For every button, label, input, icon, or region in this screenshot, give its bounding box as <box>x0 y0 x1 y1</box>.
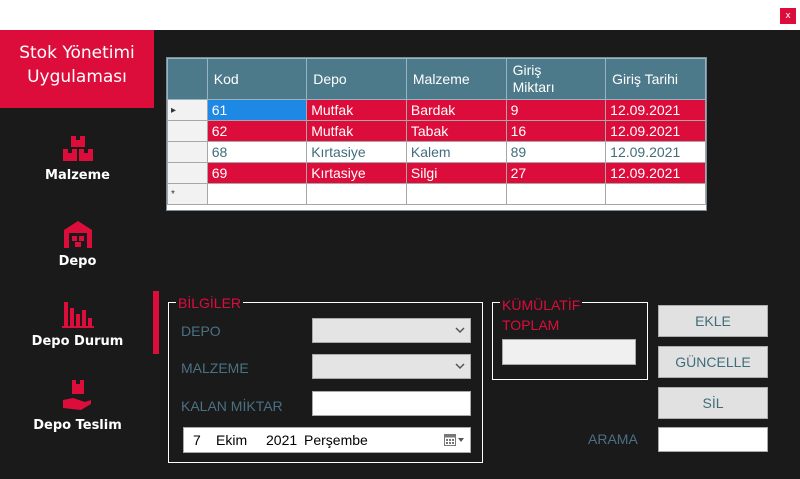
calendar-icon[interactable] <box>444 434 464 446</box>
kumulatif-title-line2: TOPLAM <box>502 317 560 333</box>
cell-depo[interactable]: Kırtasiye <box>306 162 407 184</box>
close-button[interactable]: x <box>780 8 796 24</box>
cell-kod[interactable]: 68 <box>206 141 308 163</box>
date-day[interactable]: 7 <box>193 432 201 448</box>
grid-header-row: Kod Depo Malzeme Giriş Miktarı Giriş Tari… <box>167 58 706 100</box>
cell-kod[interactable]: 61 <box>206 99 308 121</box>
arama-label: ARAMA <box>588 431 638 447</box>
cell-depo[interactable]: Kırtasiye <box>306 141 407 163</box>
malzeme-label: MALZEME <box>181 360 249 376</box>
cell-new[interactable] <box>605 183 706 205</box>
row-header[interactable]: * <box>167 183 208 205</box>
cell-malzeme[interactable]: Silgi <box>405 162 507 184</box>
sidebar-item-label: Depo <box>58 254 97 269</box>
table-row[interactable]: 68 Kırtasiye Kalem 89 12.09.2021 <box>167 141 706 163</box>
cell-miktar[interactable]: 27 <box>505 162 607 184</box>
column-header-kod[interactable]: Kod <box>206 58 308 100</box>
column-header-miktar-line1: Giriş <box>512 62 542 78</box>
cell-miktar[interactable]: 9 <box>505 99 607 121</box>
table-row[interactable]: 69 Kırtasiye Silgi 27 12.09.2021 <box>167 162 706 184</box>
column-header-depo[interactable]: Depo <box>306 58 407 100</box>
cell-depo[interactable]: Mutfak <box>306 99 407 121</box>
sidebar-item-depo-durum[interactable]: Depo Durum <box>0 300 155 349</box>
cell-miktar[interactable]: 89 <box>505 141 607 163</box>
ekle-button[interactable]: EKLE <box>658 305 768 337</box>
arama-input[interactable] <box>658 427 768 452</box>
data-grid[interactable]: Kod Depo Malzeme Giriş Miktarı Giriş Tari… <box>166 57 707 211</box>
row-header[interactable] <box>167 141 208 163</box>
cell-tarih[interactable]: 12.09.2021 <box>605 120 706 142</box>
depo-label: DEPO <box>181 323 221 339</box>
cell-depo[interactable]: Mutfak <box>306 120 407 142</box>
kalan-miktar-input[interactable] <box>312 391 471 416</box>
app-title: Stok Yönetimi Uygulaması <box>0 30 154 108</box>
kumulatif-title: KÜMÜLATİF TOPLAM <box>500 295 583 335</box>
column-header-malzeme[interactable]: Malzeme <box>405 58 507 100</box>
date-weekday: Perşembe <box>304 432 368 448</box>
bilgiler-title: BİLGİLER <box>176 295 244 311</box>
kumulatif-title-line1: KÜMÜLATİF <box>502 297 581 313</box>
kumulatif-toplam-value <box>502 339 636 365</box>
cell-new[interactable] <box>505 183 607 205</box>
hand-box-icon <box>62 380 91 410</box>
app-title-line1: Stok Yönetimi <box>19 43 135 63</box>
table-row[interactable]: ▸ 61 Mutfak Bardak 9 12.09.2021 <box>167 99 706 121</box>
bar-chart-icon <box>61 302 94 328</box>
row-header[interactable]: ▸ <box>167 99 208 121</box>
date-month[interactable]: Ekim <box>216 432 247 448</box>
date-year[interactable]: 2021 <box>266 432 297 448</box>
guncelle-button[interactable]: GÜNCELLE <box>658 346 768 378</box>
cell-new[interactable] <box>405 183 507 205</box>
cell-new[interactable] <box>306 183 407 205</box>
table-row[interactable]: 62 Mutfak Tabak 16 12.09.2021 <box>167 120 706 142</box>
boxes-icon <box>62 136 93 161</box>
cell-tarih[interactable]: 12.09.2021 <box>605 99 706 121</box>
cell-tarih[interactable]: 12.09.2021 <box>605 162 706 184</box>
cell-malzeme[interactable]: Kalem <box>405 141 507 163</box>
column-header-miktar[interactable]: Giriş Miktarı <box>505 58 607 100</box>
cell-kod[interactable]: 69 <box>206 162 308 184</box>
sil-button[interactable]: SİL <box>658 387 768 419</box>
sidebar-item-depo-teslim[interactable]: Depo Teslim <box>0 380 155 433</box>
column-header-miktar-line2: Miktarı <box>512 79 555 95</box>
row-header-corner <box>167 58 208 100</box>
cell-malzeme[interactable]: Tabak <box>405 120 507 142</box>
kalan-miktar-label: KALAN MİKTAR <box>181 398 283 414</box>
date-picker[interactable]: 7 Ekim 2021 Perşembe <box>183 427 471 453</box>
app-title-line2: Uygulaması <box>27 67 127 87</box>
sidebar-item-label: Depo Teslim <box>33 418 122 433</box>
active-indicator <box>153 291 159 354</box>
cell-miktar[interactable]: 16 <box>505 120 607 142</box>
title-bar: x <box>0 0 800 30</box>
column-header-tarih[interactable]: Giriş Tarihi <box>605 58 706 100</box>
sidebar-item-label: Depo Durum <box>31 334 124 349</box>
sidebar-item-depo[interactable]: Depo <box>0 220 155 269</box>
malzeme-select[interactable] <box>312 354 471 379</box>
grid-table: Kod Depo Malzeme Giriş Miktarı Giriş Tari… <box>167 58 706 205</box>
cell-new[interactable] <box>206 183 308 205</box>
sidebar: Stok Yönetimi Uygulaması Malzeme Depo De… <box>0 30 155 479</box>
row-header[interactable] <box>167 162 208 184</box>
chevron-down-icon <box>455 327 465 334</box>
new-row[interactable]: * <box>167 183 706 205</box>
sidebar-item-malzeme[interactable]: Malzeme <box>0 136 155 183</box>
depo-select[interactable] <box>312 318 471 343</box>
cell-malzeme[interactable]: Bardak <box>405 99 507 121</box>
row-header[interactable] <box>167 120 208 142</box>
warehouse-icon <box>63 221 92 248</box>
chevron-down-icon <box>455 363 465 370</box>
cell-tarih[interactable]: 12.09.2021 <box>605 141 706 163</box>
cell-kod[interactable]: 62 <box>206 120 308 142</box>
sidebar-item-label: Malzeme <box>45 168 110 183</box>
